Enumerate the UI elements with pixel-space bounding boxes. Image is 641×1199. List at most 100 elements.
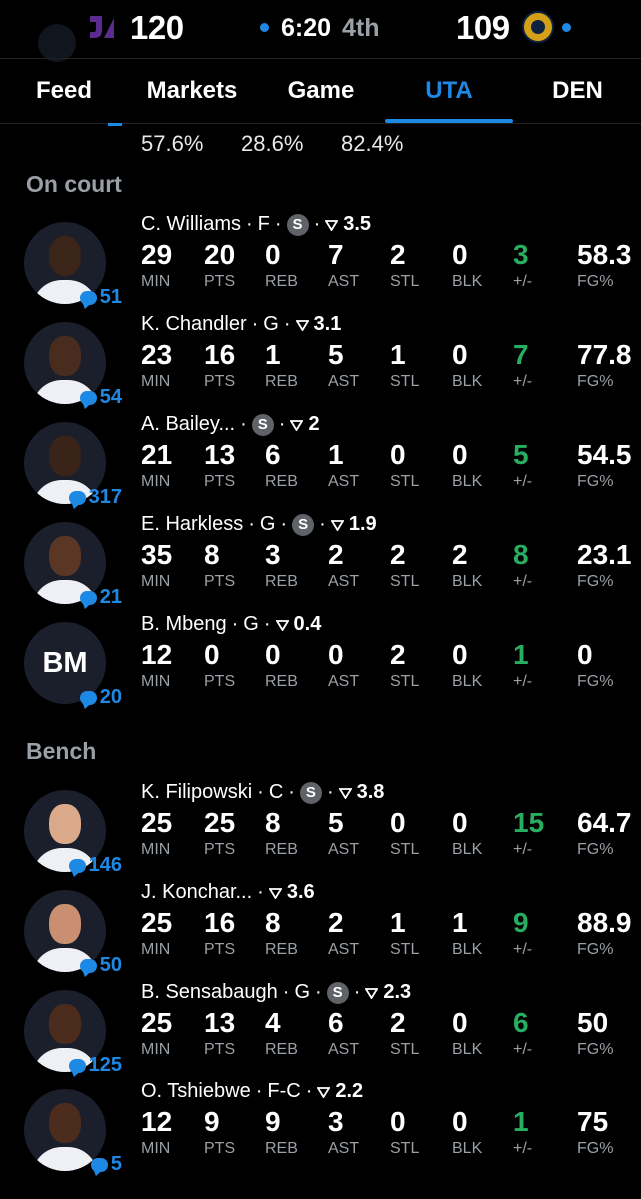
player-position: G (259, 513, 276, 535)
stat-label-pm: +/- (513, 573, 533, 590)
player-header: C. Williams · F · S · 3.5 (141, 213, 371, 236)
comment-count[interactable]: 54 (50, 386, 122, 409)
stat-min: 35 (141, 539, 173, 570)
player-position: C (268, 781, 284, 803)
tab-markets[interactable]: Markets (128, 59, 256, 123)
active-tab-indicator (385, 119, 513, 123)
stat-label-min: MIN (141, 373, 171, 390)
stat-ast: 1 (328, 439, 344, 470)
stat-label-blk: BLK (452, 573, 483, 590)
stat-reb: 0 (265, 239, 281, 270)
player-position: G (243, 613, 259, 635)
comment-count[interactable]: 5 (50, 1153, 122, 1176)
stat-label-min: MIN (141, 673, 171, 690)
starter-badge-icon: S (299, 781, 322, 804)
stat-reb: 4 (265, 1007, 281, 1038)
player-row[interactable]: 125 B. Sensabaugh · G · S · 2.3 25 MIN 13 PTS 4 REB 6 A… (0, 978, 641, 1078)
player-row[interactable]: 51 C. Williams · F · S · 3.5 29 MIN 20 PTS 0 REB 7 AST 2… (0, 210, 641, 310)
stat-label-pts: PTS (204, 273, 236, 290)
stat-label-pm: +/- (513, 841, 533, 858)
stat-stl: 0 (390, 807, 406, 838)
projection-value: 3.1 (313, 313, 342, 335)
stat-label-blk: BLK (452, 473, 483, 490)
player-name: C. Williams (141, 213, 241, 235)
player-row[interactable]: 317 A. Bailey... · S · 2 21 MIN 13 PTS 6 REB 1 AST 0 ST… (0, 410, 641, 510)
separator: · (280, 513, 288, 535)
comment-bubble-icon (79, 290, 97, 305)
stat-blk: 0 (452, 239, 468, 270)
player-row[interactable]: 21 E. Harkless · G · S · 1.9 35 MIN 8 PTS 3 REB 2 AST 2 S… (0, 510, 641, 610)
player-row[interactable]: 146 K. Filipowski · C · S · 3.8 25 MIN 25 PTS 8 REB 5 A… (0, 778, 641, 878)
player-row[interactable]: BM 20 B. Mbeng · G · 0.4 12 MIN 0 PTS 0 REB 0 AST 2 STL 0… (0, 610, 641, 710)
projection-value: 2 (308, 413, 320, 435)
projection-value: 3.6 (286, 881, 315, 903)
stat-pts: 13 (204, 1007, 236, 1038)
comment-count[interactable]: 125 (50, 1054, 122, 1077)
separator: · (248, 513, 255, 535)
stat-pts: 16 (204, 907, 236, 938)
stat-label-min: MIN (141, 573, 171, 590)
stat-label-stl: STL (390, 1041, 420, 1058)
comment-count-value: 317 (88, 486, 122, 508)
tab-uta[interactable]: UTA (385, 59, 513, 123)
stat-label-reb: REB (265, 941, 298, 958)
comment-count[interactable]: 317 (50, 486, 122, 509)
stat-ast: 5 (328, 807, 344, 838)
starter-badge-icon: S (251, 413, 274, 436)
projection-icon (317, 1086, 331, 1098)
player-position: F-C (267, 1080, 301, 1102)
tab-game[interactable]: Game (266, 59, 376, 123)
stat-stl: 2 (390, 239, 406, 270)
stat-pm: 3 (513, 239, 529, 270)
comment-bubble-icon (68, 858, 86, 873)
stat-label-reb: REB (265, 841, 298, 858)
stat-label-reb: REB (265, 1140, 298, 1157)
stat-label-pts: PTS (204, 941, 236, 958)
comment-bubble-icon (79, 590, 97, 605)
comment-count[interactable]: 50 (50, 954, 122, 977)
stat-stl: 1 (390, 339, 406, 370)
projection-value: 2.2 (335, 1080, 364, 1102)
tab-feed[interactable]: Feed (10, 59, 118, 123)
separator: · (231, 613, 239, 635)
stat-reb: 1 (265, 339, 281, 370)
player-name: O. Tshiebwe (141, 1080, 251, 1102)
stat-label-fg: FG% (577, 473, 614, 490)
tab-den[interactable]: DEN (520, 59, 635, 123)
player-row[interactable]: 54 K. Chandler · G · 3.1 23 MIN 16 PTS 1 REB 5 AST 1 ST… (0, 310, 641, 410)
stat-ast: 2 (328, 907, 344, 938)
stat-blk: 2 (452, 539, 468, 570)
separator: · (274, 213, 282, 235)
stat-reb: 3 (265, 539, 281, 570)
stat-label-reb: REB (265, 673, 298, 690)
stat-label-reb: REB (265, 273, 298, 290)
separator: · (315, 981, 322, 1003)
player-position: G (263, 313, 279, 335)
stat-label-stl: STL (390, 1140, 420, 1157)
comment-count-value: 146 (88, 854, 122, 876)
stat-ast: 6 (328, 1007, 344, 1038)
home-score: 120 (130, 9, 184, 46)
stat-stl: 2 (390, 539, 406, 570)
stat-label-stl: STL (390, 273, 420, 290)
comment-bubble-icon (90, 1157, 108, 1172)
comment-count[interactable]: 146 (50, 854, 122, 877)
stat-min: 25 (141, 1007, 173, 1038)
comment-count[interactable]: 20 (50, 686, 122, 709)
player-row[interactable]: 50 J. Konchar... · 3.6 25 MIN 16 PTS 8 REB 2 AST 1 ST… (0, 878, 641, 978)
player-row[interactable]: 5 O. Tshiebwe · F-C · 2.2 12 MIN 9 PTS 9 REB 3 AST 0 ST… (0, 1077, 641, 1177)
comment-count[interactable]: 21 (50, 586, 122, 609)
stat-label-pts: PTS (204, 1140, 236, 1157)
stat-reb: 0 (265, 639, 281, 670)
comment-bubble-icon (68, 1058, 86, 1073)
separator: · (313, 213, 321, 235)
stat-label-pm: +/- (513, 673, 533, 690)
stat-pm: 6 (513, 1007, 529, 1038)
tab-bar: Feed Markets Game UTA DEN (0, 58, 641, 124)
separator: · (257, 781, 264, 803)
separator: · (257, 881, 264, 903)
stat-fg: 88.9 (577, 907, 632, 938)
stat-label-ast: AST (328, 941, 360, 958)
stat-label-fg: FG% (577, 1140, 614, 1157)
comment-count[interactable]: 51 (50, 286, 122, 309)
